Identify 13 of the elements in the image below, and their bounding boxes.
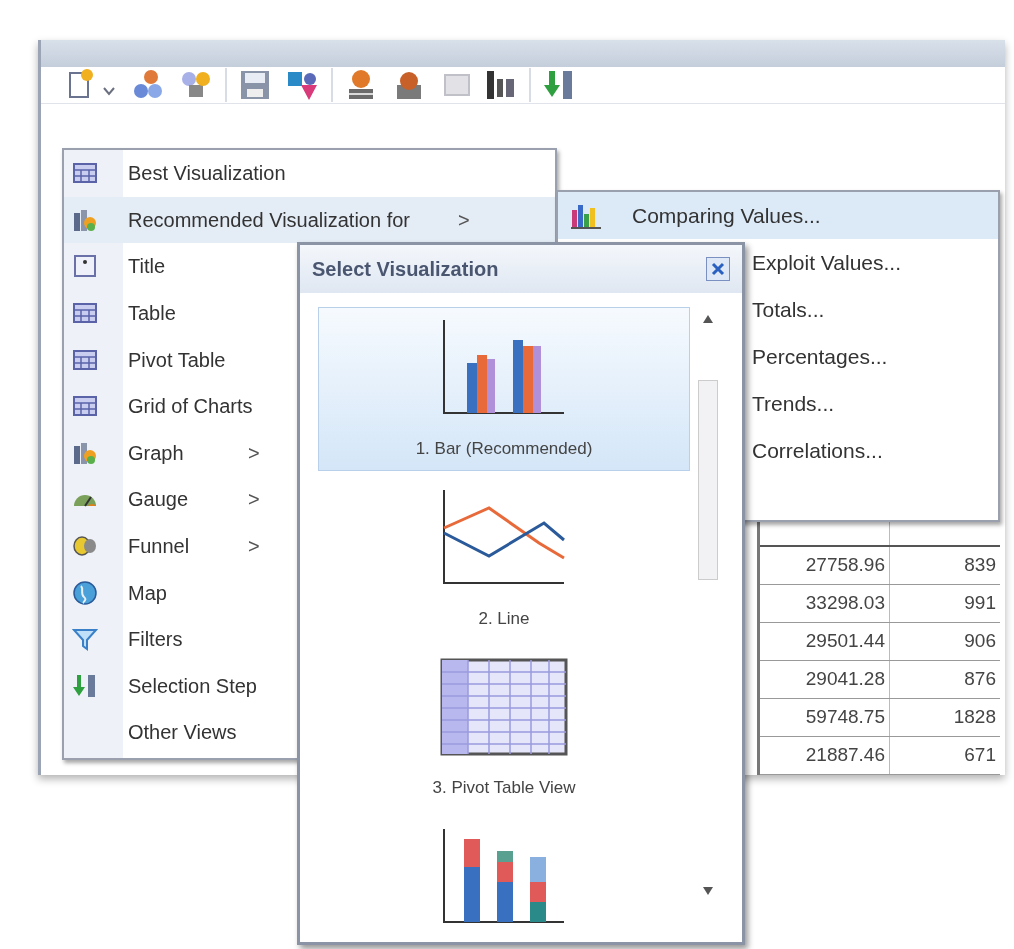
table-cell: 27758.96 bbox=[760, 547, 890, 584]
dialog-title: Select Visualization bbox=[312, 257, 499, 282]
table-cell: 29041.28 bbox=[760, 661, 890, 698]
table-cell-text: 906 bbox=[963, 629, 997, 654]
table-cell-text: 671 bbox=[963, 743, 997, 768]
table-cell-text: 839 bbox=[963, 553, 997, 578]
table-cell-text: 1828 bbox=[952, 705, 997, 730]
table-cell-text: 991 bbox=[963, 591, 997, 616]
table-cell: 59748.75 bbox=[760, 699, 890, 736]
table-cell: 21887.46 bbox=[760, 737, 890, 774]
table-cell-text: 876 bbox=[963, 667, 997, 692]
table-cell: 29501.44 bbox=[760, 623, 890, 660]
table-cell: 33298.03 bbox=[760, 585, 890, 622]
